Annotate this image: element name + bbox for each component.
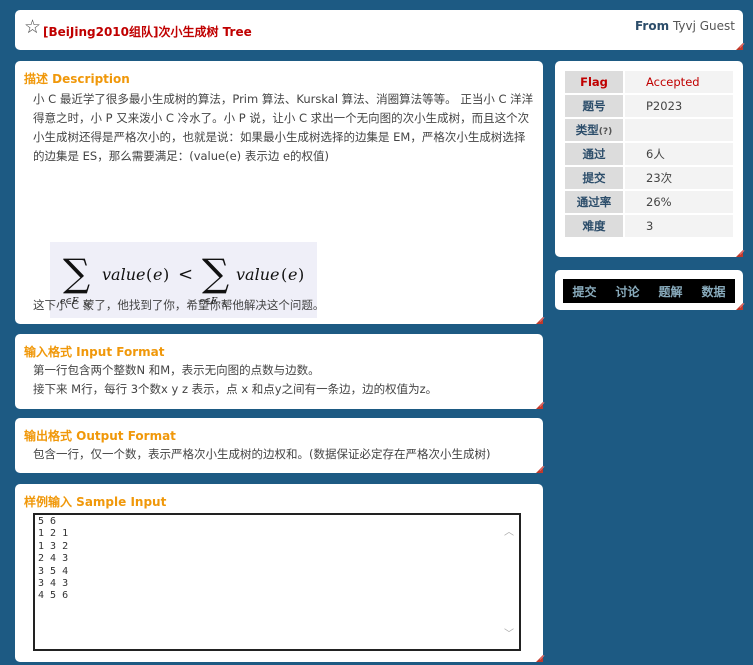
rate-value: 26% [625, 191, 733, 213]
svg-text:∑: ∑ [63, 251, 90, 295]
sample-input-section: 样例输入 Sample Input 5 61 2 11 3 22 4 33 5 … [15, 484, 543, 662]
svg-text:value: value [236, 265, 279, 284]
problem-links-panel: 提交 讨论 题解 数据 [555, 270, 743, 310]
input-format-line: 接下来 M行，每行 3个数x y z 表示，点 x 和点y之间有一条边，边的权值… [33, 382, 438, 396]
type-label-text: 类型 [575, 123, 599, 137]
info-row-pass: 通过 6人 [565, 143, 733, 165]
sample-line: 3 4 3 [38, 578, 69, 590]
svg-text:value: value [102, 265, 145, 284]
scrollbar[interactable]: ︿ ﹀ [503, 528, 515, 640]
svg-text:(: ( [281, 265, 287, 284]
sample-line: 4 5 6 [38, 590, 69, 602]
info-row-type: 类型(?) [565, 119, 733, 141]
description-text: 小 C 最近学了很多最小生成树的算法，Prim 算法、Kurskal 算法、消圈… [33, 92, 534, 163]
type-help-link[interactable]: (?) [599, 127, 612, 137]
info-row-id: 题号 P2023 [565, 95, 733, 117]
svg-text:∑: ∑ [202, 251, 229, 295]
author-info: From Tyvj Guest [635, 19, 735, 33]
type-value [625, 119, 733, 141]
sample-input-title: 样例输入 Sample Input [24, 495, 167, 509]
description-section: 描述 Description 小 C 最近学了很多最小生成树的算法，Prim 算… [15, 61, 543, 324]
problem-header: ☆ [BeiJing2010组队]次小生成树 Tree From Tyvj Gu… [15, 10, 743, 50]
description-after-text: 这下小 C 蒙了，他找到了你，希望你帮他解决这个问题。 [33, 298, 325, 312]
input-format-title: 输入格式 Input Format [24, 345, 165, 359]
input-format-section: 输入格式 Input Format 第一行包含两个整数N 和M，表示无向图的点数… [15, 334, 543, 409]
svg-text:(: ( [146, 265, 152, 284]
submit-link[interactable]: 提交 [572, 283, 596, 300]
difficulty-label: 难度 [565, 215, 623, 237]
type-label: 类型(?) [565, 119, 623, 141]
description-title: 描述 Description [24, 72, 130, 86]
svg-text:e: e [288, 265, 297, 284]
svg-text:): ) [163, 265, 169, 284]
corner-icon [736, 303, 743, 310]
sample-line: 1 3 2 [38, 540, 69, 552]
info-row-rate: 通过率 26% [565, 191, 733, 213]
star-icon[interactable]: ☆ [24, 17, 41, 37]
corner-icon [736, 43, 743, 50]
flag-label: Flag [565, 71, 623, 93]
input-format-line: 第一行包含两个整数N 和M，表示无向图的点数与边数。 [33, 363, 320, 377]
sample-line: 2 4 3 [38, 553, 69, 565]
flag-value: Accepted [625, 71, 733, 93]
discuss-link[interactable]: 讨论 [615, 283, 639, 300]
input-format-text: 第一行包含两个整数N 和M，表示无向图的点数与边数。 接下来 M行，每行 3个数… [33, 361, 538, 399]
author-name[interactable]: Tyvj Guest [673, 19, 735, 33]
corner-icon [536, 655, 543, 662]
corner-icon [536, 466, 543, 473]
corner-icon [736, 250, 743, 257]
info-row-flag: Flag Accepted [565, 71, 733, 93]
id-label: 题号 [565, 95, 623, 117]
corner-icon [536, 402, 543, 409]
problem-title: [BeiJing2010组队]次小生成树 Tree [43, 25, 252, 39]
solution-link[interactable]: 题解 [658, 283, 682, 300]
svg-text:e: e [153, 265, 162, 284]
submit-value: 23次 [625, 167, 733, 189]
svg-text:): ) [298, 265, 304, 284]
output-format-title: 输出格式 Output Format [24, 429, 176, 443]
scroll-up-icon[interactable]: ︿ [504, 528, 514, 538]
difficulty-value: 3 [625, 215, 733, 237]
svg-text:<: < [178, 264, 193, 285]
output-format-text: 包含一行，仅一个数，表示严格次小生成树的边权和。(数据保证必定存在严格次小生成树… [33, 447, 491, 461]
data-link[interactable]: 数据 [701, 283, 725, 300]
info-table: Flag Accepted 题号 P2023 类型(?) 通过 6人 提交 23… [563, 69, 735, 239]
from-label: From [635, 19, 670, 33]
problem-info-panel: Flag Accepted 题号 P2023 类型(?) 通过 6人 提交 23… [555, 61, 743, 257]
output-format-section: 输出格式 Output Format 包含一行，仅一个数，表示严格次小生成树的边… [15, 418, 543, 473]
id-value: P2023 [625, 95, 733, 117]
sample-line: 3 5 4 [38, 565, 69, 577]
sample-line: 5 6 [38, 516, 57, 527]
corner-icon [536, 317, 543, 324]
info-row-difficulty: 难度 3 [565, 215, 733, 237]
scroll-down-icon[interactable]: ﹀ [504, 630, 514, 640]
links-bar: 提交 讨论 题解 数据 [563, 279, 735, 303]
pass-label: 通过 [565, 143, 623, 165]
pass-value: 6人 [625, 143, 733, 165]
sample-input-textarea[interactable]: 5 61 2 11 3 22 4 33 5 43 4 34 5 6 ︿ ﹀ [33, 513, 521, 651]
submit-label: 提交 [565, 167, 623, 189]
rate-label: 通过率 [565, 191, 623, 213]
info-row-submit: 提交 23次 [565, 167, 733, 189]
sample-line: 1 2 1 [38, 528, 69, 540]
